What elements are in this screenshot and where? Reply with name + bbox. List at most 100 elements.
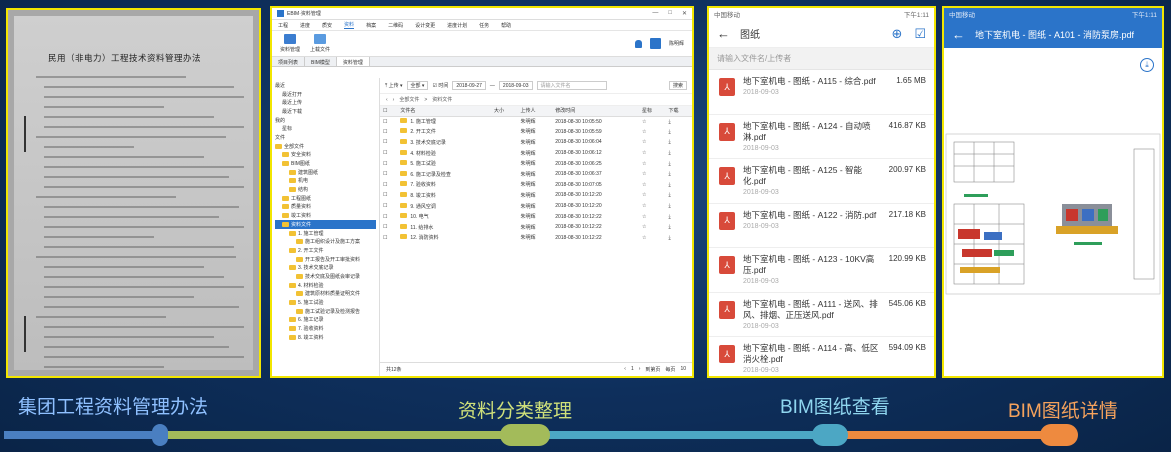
row-checkbox[interactable]: ☐ — [380, 180, 397, 191]
menu-item[interactable]: 进度 — [300, 22, 310, 29]
download-icon[interactable]: ⤓ — [665, 180, 692, 191]
search-input[interactable]: 请输入文件名/上传者 — [709, 48, 934, 70]
row-checkbox[interactable]: ☐ — [380, 148, 397, 159]
tree-item[interactable]: 安全资料 — [275, 151, 376, 160]
star-icon[interactable]: ☆ — [639, 222, 666, 233]
table-row[interactable]: ☐ 4. 材料检验 朱明辉 2018-08-30 10:06:12 ☆ ⤓ — [380, 148, 692, 159]
file-name[interactable]: 9. 通风空调 — [397, 201, 491, 212]
tree-item[interactable]: 资料文件 — [275, 220, 376, 229]
star-icon[interactable]: ☆ — [639, 201, 666, 212]
tree-item[interactable]: 6. 施工记录 — [275, 316, 376, 325]
table-row[interactable]: ☐ 10. 电气 朱明辉 2018-08-30 10:12:22 ☆ ⤓ — [380, 211, 692, 222]
date-from-input[interactable]: 2018-09-27 — [452, 81, 486, 90]
download-icon[interactable]: ⤓ — [665, 190, 692, 201]
tree-item[interactable]: 最近上传 — [275, 98, 376, 107]
download-icon[interactable]: ⤓ — [665, 158, 692, 169]
download-icon[interactable]: ⤓ — [665, 169, 692, 180]
add-circle-icon[interactable]: ⊕ — [891, 26, 902, 42]
table-row[interactable]: ☐ 6. 施工记录及检查 朱明辉 2018-08-30 10:06:37 ☆ ⤓ — [380, 169, 692, 180]
breadcrumb-item[interactable]: 资料文件 — [432, 96, 452, 103]
date-to-input[interactable]: 2018-09-03 — [498, 81, 533, 90]
tree-item[interactable]: 开工报告及开工审批资料 — [275, 255, 376, 264]
tab[interactable]: BIM模型 — [305, 57, 337, 66]
file-name[interactable]: 5. 施工试验 — [397, 158, 491, 169]
minimize-button[interactable]: — — [652, 10, 658, 17]
tree-item[interactable]: 质量资料 — [275, 203, 376, 212]
table-row[interactable]: ☐ 1. 施工管理 朱明辉 2018-08-30 10:05:50 ☆ ⤓ — [380, 116, 692, 127]
pager-item[interactable]: 到第页 — [645, 366, 660, 373]
row-checkbox[interactable]: ☐ — [380, 233, 397, 244]
tree-item[interactable]: BIM图纸 — [275, 159, 376, 168]
row-checkbox[interactable]: ☐ — [380, 127, 397, 138]
row-checkbox[interactable]: ☐ — [380, 137, 397, 148]
row-checkbox[interactable]: ☐ — [380, 190, 397, 201]
back-icon[interactable]: ‹ — [386, 97, 388, 103]
tree-item[interactable]: 4. 材料检验 — [275, 281, 376, 290]
table-row[interactable]: ☐ 3. 技术交底记录 朱明辉 2018-08-30 10:06:04 ☆ ⤓ — [380, 137, 692, 148]
list-item[interactable]: ⅄ 地下室机电 - 图纸 - A123 - 10KV高压.pdf 2018-09-0… — [709, 248, 934, 293]
download-icon[interactable]: ⤓ — [665, 148, 692, 159]
menu-item[interactable]: 质安 — [322, 22, 332, 29]
row-checkbox[interactable]: ☐ — [380, 116, 397, 127]
list-item[interactable]: ⅄ 地下室机电 - 图纸 - A122 - 消防.pdf 2018-09-03 217… — [709, 204, 934, 248]
menu-item[interactable]: 工程 — [278, 22, 288, 29]
menu-item[interactable]: 设计变更 — [415, 22, 435, 29]
forward-icon[interactable]: › — [393, 97, 395, 103]
manage-files-button[interactable]: 资料管理 — [280, 34, 300, 53]
breadcrumb-item[interactable]: 全部文件 — [399, 96, 419, 103]
tree-item[interactable]: 结构 — [275, 185, 376, 194]
tree-item[interactable]: 最近 — [275, 81, 376, 90]
pager-item[interactable]: 每页 — [665, 366, 675, 373]
list-item[interactable]: ⅄ 地下室机电 - 图纸 - A111 - 送风、排风、排烟、正压送风.pdf 20… — [709, 293, 934, 337]
avatar[interactable] — [649, 38, 661, 49]
bell-icon[interactable] — [634, 39, 642, 48]
file-name[interactable]: 12. 消防资料 — [397, 233, 491, 244]
tab[interactable]: 项目列表 — [272, 57, 306, 66]
star-icon[interactable]: ☆ — [639, 180, 666, 191]
list-item[interactable]: ⅄ 地下室机电 - 图纸 - A115 - 综合.pdf 2018-09-03 1.6… — [709, 70, 934, 115]
menu-item[interactable]: 资料 — [344, 21, 355, 29]
file-name[interactable]: 3. 技术交底记录 — [397, 137, 491, 148]
table-row[interactable]: ☐ 5. 施工试验 朱明辉 2018-08-30 10:06:25 ☆ ⤓ — [380, 158, 692, 169]
download-icon[interactable]: ⤓ — [665, 137, 692, 148]
star-icon[interactable]: ☆ — [639, 148, 666, 159]
tree-item[interactable]: 星标 — [275, 124, 376, 133]
upload-image-button[interactable]: 上载文件 — [310, 34, 330, 53]
file-name[interactable]: 10. 电气 — [397, 211, 491, 222]
tree-item[interactable]: 3. 技术交底记录 — [275, 263, 376, 272]
file-name[interactable]: 6. 施工记录及检查 — [397, 169, 491, 180]
menu-item[interactable]: 档案 — [366, 22, 376, 29]
tree-item[interactable]: 竣工资料 — [275, 211, 376, 220]
download-icon[interactable]: ⤓ — [665, 222, 692, 233]
pager-item[interactable]: 10 — [680, 366, 686, 373]
tree-item[interactable]: 技术交底及图纸会审记录 — [275, 272, 376, 281]
back-arrow-icon[interactable]: ← — [952, 27, 965, 42]
row-checkbox[interactable]: ☐ — [380, 201, 397, 212]
tree-item[interactable]: 施工试验记录及检测报告 — [275, 307, 376, 316]
file-name[interactable]: 7. 验收资料 — [397, 180, 491, 191]
download-icon[interactable]: ⤓ — [1140, 58, 1154, 72]
type-select[interactable]: 全部 ▾ — [406, 81, 429, 90]
list-item[interactable]: ⅄ 地下室机电 - 图纸 - A124 - 自动喷淋.pdf 2018-09-03 4… — [709, 115, 934, 159]
menu-item[interactable]: 二维码 — [388, 22, 403, 29]
table-row[interactable]: ☐ 2. 开工文件 朱明辉 2018-08-30 10:05:59 ☆ ⤓ — [380, 127, 692, 138]
tab[interactable]: 资料管理 — [336, 57, 370, 66]
star-icon[interactable]: ☆ — [639, 169, 666, 180]
file-name[interactable]: 8. 竣工资料 — [397, 190, 491, 201]
time-checkbox[interactable]: ☑ 时间 — [432, 82, 448, 89]
star-icon[interactable]: ☆ — [639, 158, 666, 169]
table-row[interactable]: ☐ 12. 消防资料 朱明辉 2018-08-30 10:12:22 ☆ ⤓ — [380, 233, 692, 244]
maximize-button[interactable]: □ — [668, 10, 672, 17]
row-checkbox[interactable]: ☐ — [380, 222, 397, 233]
search-button[interactable]: 搜索 — [668, 81, 687, 90]
pager-item[interactable]: 1 — [631, 366, 634, 373]
tree-item[interactable]: 我的 — [275, 116, 376, 125]
tree-item[interactable]: 最近打开 — [275, 90, 376, 99]
menu-item[interactable]: 进度计划 — [447, 22, 467, 29]
download-icon[interactable]: ⤓ — [665, 127, 692, 138]
row-checkbox[interactable]: ☐ — [380, 158, 397, 169]
tree-item[interactable]: 建筑图纸 — [275, 168, 376, 177]
star-icon[interactable]: ☆ — [639, 127, 666, 138]
pager-item[interactable]: › — [639, 366, 641, 373]
tree-item[interactable]: 机电 — [275, 177, 376, 186]
